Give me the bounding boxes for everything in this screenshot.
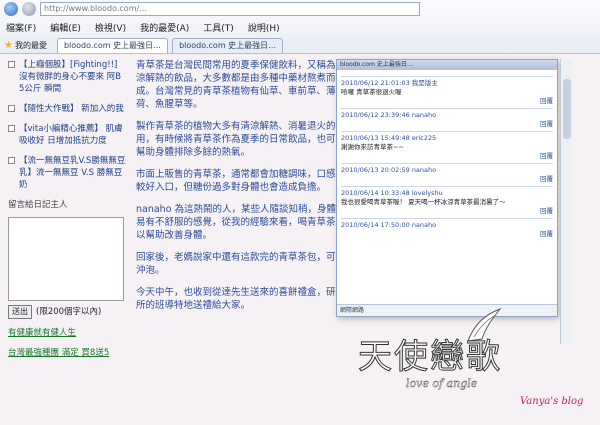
scrollbar-thumb[interactable] — [563, 79, 571, 139]
article-paragraph: 青草茶是台灣民間常用的夏季保健飲料，又稱為清涼解熱的飲品，大多數都是由多種中藥材… — [136, 60, 346, 110]
sidebar-item[interactable]: 【隨性大作戰】 新加入的我 — [8, 103, 128, 115]
comment-meta: 2010/06/13 20:02:59 nanaho — [341, 166, 553, 175]
reply-link[interactable]: 回覆 — [341, 175, 553, 184]
menu-file[interactable]: 檔案(F) — [6, 21, 36, 34]
comment-entry: 2010/06/14 10:33:48 lovelyshu 我也很愛喝青草茶喔！… — [341, 186, 553, 216]
comment-user[interactable]: eric225 — [412, 134, 436, 142]
comment-text: 我也很愛喝青草茶喔！ 夏天喝一杯冰涼青草茶最消暑了～ — [341, 198, 506, 206]
comment-user[interactable]: nanaho — [412, 221, 436, 229]
logo-title: 天使戀歌 — [358, 337, 502, 378]
limit-text: (限200個字以內) — [36, 307, 102, 317]
comment-user[interactable]: nanaho — [412, 166, 436, 174]
comment-entry: 2010/06/13 15:49:48 eric225 謝謝你來訪青草茶~~ 回… — [341, 131, 553, 161]
comment-entry: 2010/06/14 17:50:00 nanaho 回覆 — [341, 218, 553, 239]
reply-link[interactable]: 回覆 — [341, 152, 553, 161]
comment-time: 2010/06/13 15:49:48 — [341, 134, 410, 142]
article-paragraph: 今天中午，也收到從達先生送來的喜餅禮盒，研究所的班導特地送禮給大家。 — [136, 287, 346, 311]
sidebar-item-label: 【vita小編精心推薦】 肌膚吸收好 日增加抵抗力度 — [19, 124, 123, 146]
browser-chrome: http://www.bloodo.com/... 檔案(F) 編輯(E) 檢視… — [0, 0, 600, 54]
comment-meta: 2010/06/13 15:49:48 eric225 — [341, 134, 553, 143]
comment-time: 2010/06/14 17:50:00 — [341, 221, 410, 229]
menu-edit[interactable]: 編輯(E) — [50, 21, 81, 34]
menu-favorites[interactable]: 我的最愛(A) — [140, 21, 189, 34]
star-icon: ★ — [4, 39, 13, 51]
sidebar-item-label: 【流一無無豆乳V.S勝無無豆乳】流一無無豆 V.S 勝無豆奶 — [19, 156, 126, 190]
comment-user[interactable]: 我是版主 — [412, 79, 438, 87]
sidebar-item[interactable]: 【上癮個股】[Fighting!!] 沒有微胖的身心不要來 阿B 5公斤 瞬間 — [8, 59, 128, 95]
logo-subtitle: love of angle — [406, 377, 478, 390]
menu-help[interactable]: 說明(H) — [248, 21, 280, 34]
back-button[interactable] — [4, 2, 18, 16]
comment-list: 2010/06/12 21:01:03 我是版主 哈囉 青草茶很退火喔 回覆 2… — [341, 74, 553, 302]
green-link-2[interactable]: 台灣最強種團 滿定 買8送5 — [8, 347, 128, 359]
send-button[interactable]: 送出 — [8, 305, 32, 319]
comment-user[interactable]: lovelyshu — [412, 189, 443, 197]
menu-bar: 檔案(F) 編輯(E) 檢視(V) 我的最愛(A) 工具(T) 說明(H) — [0, 19, 600, 35]
article-paragraph: 回家後，老媽說家中還有這款完的青草茶包，可以沖泡。 — [136, 252, 346, 276]
sidebar-item-label: 【上癮個股】[Fighting!!] 沒有微胖的身心不要來 阿B 5公斤 瞬間 — [19, 60, 122, 94]
comment-time: 2010/06/14 10:33:48 — [341, 189, 410, 197]
tab-row: ★ 我的最愛 bloodo.com 史上最強日… bloodo.com 史上最強… — [0, 36, 600, 54]
favorites-label: 我的最愛 — [14, 40, 47, 50]
sidebar: 【上癮個股】[Fighting!!] 沒有微胖的身心不要來 阿B 5公斤 瞬間 … — [8, 59, 128, 359]
checkbox-icon — [8, 157, 15, 164]
menu-tools[interactable]: 工具(T) — [203, 21, 234, 34]
page-content: 【上癮個股】[Fighting!!] 沒有微胖的身心不要來 阿B 5公斤 瞬間 … — [0, 55, 600, 425]
forward-button[interactable] — [22, 2, 36, 16]
address-row: http://www.bloodo.com/... — [0, 0, 600, 18]
comment-entry: 2010/06/12 23:39:46 nanaho 回覆 — [341, 108, 553, 129]
comment-window[interactable]: bloodo.com 史上最強日… 2010/06/12 21:01:03 我是… — [336, 59, 558, 317]
reply-link[interactable]: 回覆 — [341, 230, 553, 239]
message-controls: 送出 (限200個字以內) — [8, 305, 128, 319]
reply-link[interactable]: 回覆 — [341, 207, 553, 216]
article-paragraph: 市面上販售的青草茶，通常都會加糖調味，口感比較好入口，但糖份過多對身體也會造成負… — [136, 169, 346, 193]
comment-window-title: bloodo.com 史上最強日… — [337, 60, 557, 70]
reply-link[interactable]: 回覆 — [341, 120, 553, 129]
scrollbar[interactable] — [560, 59, 572, 344]
reply-link[interactable]: 回覆 — [341, 97, 553, 106]
comment-text: 謝謝你來訪青草茶~~ — [341, 143, 404, 151]
article-body: 青草茶是台灣民間常用的夏季保健飲料，又稱為清涼解熱的飲品，大多數都是由多種中藥材… — [136, 59, 346, 321]
comment-text: 哈囉 青草茶很退火喔 — [341, 88, 402, 96]
blog-signature: Vanya's blog — [520, 396, 584, 407]
comment-time: 2010/06/12 23:39:46 — [341, 111, 410, 119]
favorites-button[interactable]: ★ 我的最愛 — [4, 40, 53, 51]
comment-entry: 2010/06/13 20:02:59 nanaho 回覆 — [341, 163, 553, 184]
sidebar-item[interactable]: 【vita小編精心推薦】 肌膚吸收好 日增加抵抗力度 — [8, 123, 128, 147]
sidebar-item-label: 【隨性大作戰】 新加入的我 — [19, 104, 124, 114]
message-title: 留言給日記主人 — [8, 200, 68, 210]
checkbox-icon — [8, 61, 15, 68]
menu-view[interactable]: 檢視(V) — [95, 21, 126, 34]
address-bar[interactable]: http://www.bloodo.com/... — [40, 2, 420, 16]
comment-meta: 2010/06/12 23:39:46 nanaho — [341, 111, 553, 120]
checkbox-icon — [8, 105, 15, 112]
green-link-1[interactable]: 有健康就有健人生 — [8, 327, 128, 339]
tab-1[interactable]: bloodo.com 史上最強日… — [56, 37, 169, 53]
comment-time: 2010/06/12 21:01:03 — [341, 79, 410, 87]
comment-time: 2010/06/13 20:02:59 — [341, 166, 410, 174]
article-paragraph: nanaho 為這熱鬧的人，某些人隨談知稍，身體容易有不舒服的感覺，從我的經驗來… — [136, 204, 346, 241]
comment-entry: 2010/06/12 21:01:03 我是版主 哈囉 青草茶很退火喔 回覆 — [341, 76, 553, 106]
comment-user[interactable]: nanaho — [412, 111, 436, 119]
checkbox-icon — [8, 125, 15, 132]
sidebar-item[interactable]: 【流一無無豆乳V.S勝無無豆乳】流一無無豆 V.S 勝無豆奶 — [8, 155, 128, 191]
article-paragraph: 製作青草茶的植物大多有清涼解熱、消暑退火的作用，有時候將青草茶作為夏季的日常飲品… — [136, 121, 346, 158]
tab-2[interactable]: bloodo.com 史上最強日… — [172, 37, 284, 53]
message-textarea[interactable] — [8, 217, 124, 301]
comment-meta: 2010/06/12 21:01:03 我是版主 — [341, 79, 553, 88]
comment-meta: 2010/06/14 10:33:48 lovelyshu — [341, 189, 553, 198]
comment-meta: 2010/06/14 17:50:00 nanaho — [341, 221, 553, 230]
